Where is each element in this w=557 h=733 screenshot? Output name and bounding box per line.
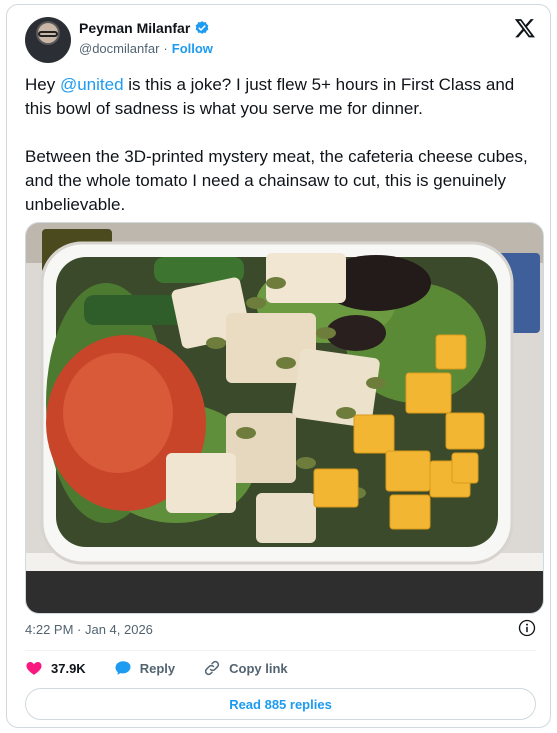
divider (25, 650, 536, 651)
verified-badge-icon (195, 21, 209, 34)
tweet-paragraph-2: Between the 3D-printed mystery meat, the… (25, 147, 528, 214)
x-logo-icon[interactable] (514, 17, 536, 39)
author-handle-row: @docmilanfar · Follow (79, 41, 213, 56)
reply-label: Reply (139, 660, 176, 676)
tweet-photo[interactable] (25, 222, 544, 614)
tweet-text: Hey @united is this a joke? I just flew … (25, 73, 535, 217)
reply-icon (115, 661, 131, 675)
reply-button[interactable]: Reply (114, 659, 175, 677)
tweet-timestamp[interactable]: 4:22 PM · Jan 4, 2026 (25, 622, 153, 637)
tweet-paragraph-1: Hey @united is this a joke? I just flew … (25, 73, 535, 121)
mention-link[interactable]: @united (60, 75, 124, 94)
like-count: 37.9K (51, 660, 86, 676)
copy-link-label: Copy link (229, 660, 288, 676)
info-icon[interactable] (518, 619, 536, 637)
tweet-text-prefix: Hey (25, 75, 60, 94)
heart-icon (26, 662, 42, 675)
tweet-card: Peyman Milanfar @docmilanfar · Follow He… (6, 4, 551, 728)
salad-bowl-image (26, 223, 543, 613)
avatar[interactable] (25, 17, 71, 63)
copy-link-button[interactable]: Copy link (203, 659, 288, 677)
link-icon (205, 660, 220, 676)
separator-dot: · (163, 41, 168, 56)
author-name-row: Peyman Milanfar (79, 20, 210, 36)
author-handle[interactable]: @docmilanfar (79, 41, 159, 56)
like-button[interactable]: 37.9K (25, 659, 86, 677)
author-display-name[interactable]: Peyman Milanfar (79, 20, 190, 36)
follow-button[interactable]: Follow (172, 41, 213, 56)
action-bar: 37.9K Reply Copy link (25, 659, 316, 677)
read-replies-button[interactable]: Read 885 replies (25, 688, 536, 720)
